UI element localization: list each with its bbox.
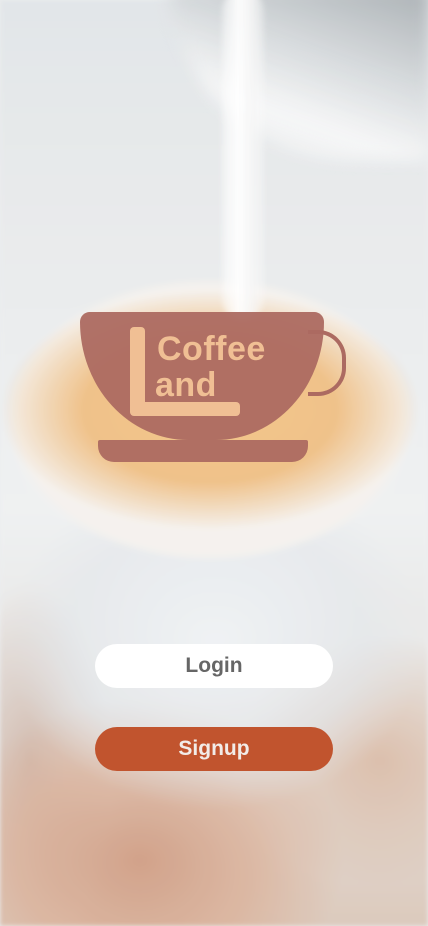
saucer-icon bbox=[98, 440, 308, 462]
welcome-screen: Coffee and Login Signup bbox=[0, 0, 428, 926]
coffee-land-logo: Coffee and bbox=[78, 310, 350, 466]
login-button[interactable]: Login bbox=[95, 644, 333, 688]
logo-word-and: and bbox=[155, 366, 217, 404]
logo-letter-l-base bbox=[130, 402, 240, 416]
signup-button[interactable]: Signup bbox=[95, 727, 333, 771]
logo-word-coffee: Coffee bbox=[157, 330, 266, 368]
